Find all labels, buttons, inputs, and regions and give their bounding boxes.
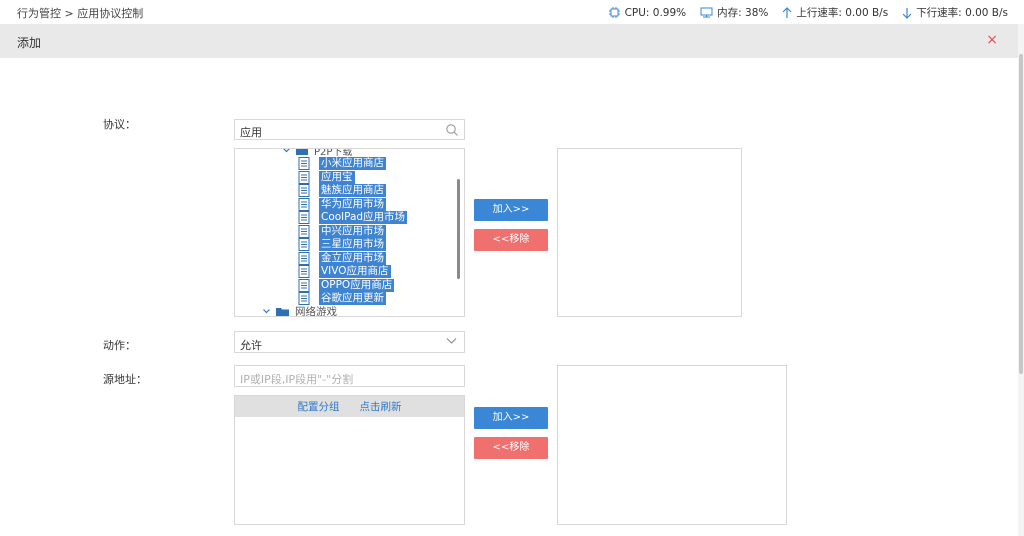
document-icon xyxy=(298,157,310,170)
source-label: 源地址： xyxy=(103,373,147,386)
source-address-input[interactable]: IP或IP段,IP段用"-"分割 xyxy=(234,365,465,387)
tree-item[interactable]: 三星应用市场 xyxy=(297,238,386,251)
source-group-toolbar: 配置分组 点击刷新 xyxy=(235,396,464,417)
tree-scrollbar[interactable] xyxy=(457,179,460,279)
search-icon[interactable] xyxy=(445,123,459,137)
document-icon xyxy=(298,265,310,278)
document-icon xyxy=(298,211,310,224)
system-stats: CPU: 0.99% 内存: 38% 上行速率: 0.00 B/s 下行速率: … xyxy=(608,5,1008,20)
page-scroll-thumb[interactable] xyxy=(1019,54,1023,374)
arrow-down-icon xyxy=(902,7,912,19)
config-group-link[interactable]: 配置分组 xyxy=(298,399,340,414)
tree-item[interactable]: 金立应用市场 xyxy=(297,251,386,265)
source-address-placeholder: IP或IP段,IP段用"-"分割 xyxy=(240,373,354,386)
cpu-icon xyxy=(608,7,620,18)
tree-item-label: CoolPad应用市场 xyxy=(319,211,408,224)
tree-folder-node[interactable]: 网络游戏 xyxy=(263,304,337,317)
protocol-selected-list[interactable] xyxy=(557,148,742,317)
tree-item[interactable]: 中兴应用市场 xyxy=(297,224,386,238)
source-selected-list[interactable] xyxy=(557,365,787,525)
action-label: 动作： xyxy=(103,339,136,352)
protocol-remove-button[interactable]: <<移除 xyxy=(474,229,548,251)
protocol-search-value: 应用 xyxy=(240,126,262,139)
tree-item[interactable]: 华为应用市场 xyxy=(297,197,386,211)
document-icon xyxy=(298,170,310,184)
top-bar: 行为管控 > 应用协议控制 CPU: 0.99% 内存: 38% 上行速率: 0… xyxy=(0,0,1024,24)
document-icon xyxy=(298,278,310,292)
tree-item[interactable]: CoolPad应用市场 xyxy=(297,211,408,224)
document-icon xyxy=(298,238,310,251)
tree-item[interactable]: VIVO应用商店 xyxy=(297,265,391,278)
protocol-tree[interactable]: P2P下载 小米应用商店 应用宝 魅族应用商店 华为应用市场 CoolPad应用… xyxy=(234,148,465,317)
tree-item[interactable]: 应用宝 xyxy=(297,170,355,184)
modal-header: 添加 × xyxy=(0,24,1018,58)
breadcrumb: 行为管控 > 应用协议控制 xyxy=(17,7,144,20)
tree-item-label: OPPO应用商店 xyxy=(319,278,395,292)
action-select[interactable]: 允许 xyxy=(234,331,465,353)
document-icon xyxy=(298,251,310,265)
document-icon xyxy=(298,197,310,211)
cpu-text: CPU: 0.99% xyxy=(624,6,687,19)
upload-text: 上行速率: 0.00 B/s xyxy=(796,7,889,19)
action-select-value: 允许 xyxy=(240,339,262,352)
chevron-down-icon[interactable] xyxy=(446,337,457,345)
tree-item[interactable]: OPPO应用商店 xyxy=(297,278,395,292)
memory-stat: 内存: 38% xyxy=(700,5,768,20)
tree-item-label: 三星应用市场 xyxy=(319,238,386,251)
page-scrollbar[interactable] xyxy=(1018,24,1024,536)
memory-text: 内存: 38% xyxy=(717,7,769,19)
protocol-label: 协议： xyxy=(103,118,136,131)
source-group-panel[interactable]: 配置分组 点击刷新 xyxy=(234,395,465,525)
tree-item[interactable]: 小米应用商店 xyxy=(297,157,386,170)
download-text: 下行速率: 0.00 B/s xyxy=(916,7,1008,19)
close-icon[interactable]: × xyxy=(986,32,998,48)
memory-icon xyxy=(700,7,713,17)
folder-icon xyxy=(276,307,289,316)
source-add-button[interactable]: 加入>> xyxy=(474,407,548,429)
refresh-link[interactable]: 点击刷新 xyxy=(360,399,402,414)
tree-item-label: 应用宝 xyxy=(319,170,355,184)
protocol-search-input[interactable]: 应用 xyxy=(234,119,465,140)
tree-item-label: 金立应用市场 xyxy=(319,251,386,265)
tree-item-label: VIVO应用商店 xyxy=(319,265,391,278)
protocol-add-button[interactable]: 加入>> xyxy=(474,199,548,221)
tree-item-label: 中兴应用市场 xyxy=(319,224,386,238)
document-icon xyxy=(298,224,310,238)
upload-stat: 上行速率: 0.00 B/s xyxy=(782,5,888,20)
tree-item-label: 小米应用商店 xyxy=(319,157,386,170)
chevron-down-icon[interactable] xyxy=(263,309,270,314)
tree-item-label: 魅族应用商店 xyxy=(319,184,386,197)
chevron-down-icon[interactable] xyxy=(283,148,290,153)
modal-title: 添加 xyxy=(17,36,42,50)
tree-folder-label: 网络游戏 xyxy=(295,306,337,317)
source-remove-button[interactable]: <<移除 xyxy=(474,437,548,459)
arrow-up-icon xyxy=(782,6,792,18)
document-icon xyxy=(298,184,310,197)
tree-item[interactable]: 魅族应用商店 xyxy=(297,184,386,197)
tree-item-label: 华为应用市场 xyxy=(319,197,386,211)
folder-icon xyxy=(296,149,308,155)
cpu-stat: CPU: 0.99% xyxy=(608,6,687,19)
download-stat: 下行速率: 0.00 B/s xyxy=(902,5,1008,20)
